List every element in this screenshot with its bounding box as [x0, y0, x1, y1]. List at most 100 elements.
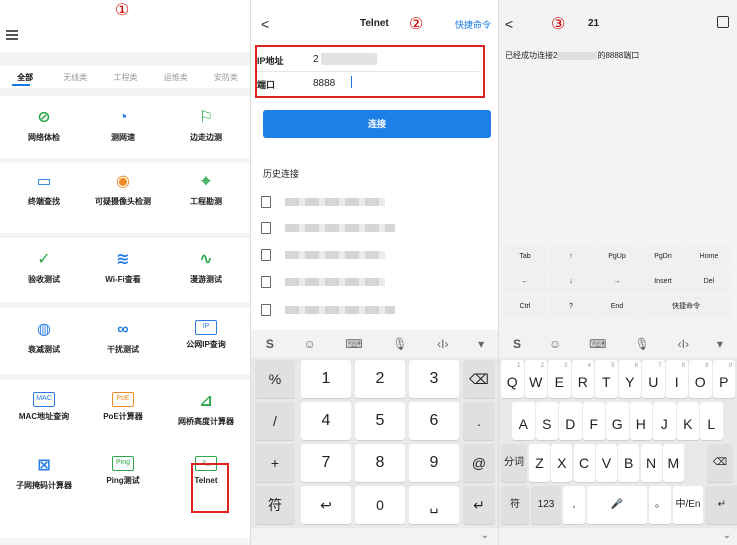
key-e[interactable]: E3: [548, 360, 571, 398]
cursor-move-icon[interactable]: ‹I›: [678, 337, 689, 351]
function-key[interactable]: End: [595, 296, 639, 318]
tool-bridge-height[interactable]: ⊿ 网桥高度计算器: [174, 392, 238, 427]
key-side-3[interactable]: 符: [255, 486, 295, 524]
function-key[interactable]: Ctrl: [503, 296, 547, 318]
tool-camera[interactable]: ◉ 可疑摄像头检测: [91, 172, 155, 207]
key-d[interactable]: D: [559, 402, 582, 440]
key-u[interactable]: U7: [642, 360, 665, 398]
key-l[interactable]: L: [700, 402, 723, 440]
key-4[interactable]: 4: [301, 402, 351, 440]
hide-keyboard-icon[interactable]: ⌄: [723, 530, 731, 541]
tool-interference[interactable]: ∞ 干扰测试: [91, 320, 155, 355]
key-p[interactable]: P0: [712, 360, 735, 398]
function-key[interactable]: Tab: [503, 246, 547, 268]
tool-attenuation[interactable]: ◍ 衰减测试: [12, 320, 76, 355]
ip-input[interactable]: 2: [313, 54, 319, 65]
key-1[interactable]: 1: [301, 360, 351, 398]
microphone-icon[interactable]: 🎙: [392, 337, 407, 351]
key-row4-0[interactable]: 符: [501, 486, 529, 524]
tool-wifi[interactable]: ≋ Wi-Fi查看: [91, 250, 155, 285]
function-key[interactable]: PgUp: [595, 246, 639, 268]
key-9[interactable]: 9: [409, 444, 459, 482]
key-i[interactable]: I8: [665, 360, 688, 398]
key-bottom-1[interactable]: 0: [355, 486, 405, 524]
function-key[interactable]: →: [595, 271, 639, 293]
key-right-0[interactable]: ⌫: [463, 360, 495, 398]
key-r[interactable]: R4: [571, 360, 594, 398]
key-g[interactable]: G: [606, 402, 629, 440]
tool-ping[interactable]: Ping Ping测试: [91, 456, 155, 486]
microphone-icon[interactable]: 🎙: [634, 337, 649, 351]
key-row4-5[interactable]: 中/En: [673, 486, 703, 524]
key-row3-4[interactable]: V: [595, 444, 617, 482]
keyboard-icon[interactable]: ⌨: [589, 337, 606, 351]
quick-command-link[interactable]: 快捷命令: [455, 18, 491, 31]
key-row3-2[interactable]: X: [551, 444, 573, 482]
function-key[interactable]: Home: [687, 246, 731, 268]
key-o[interactable]: O9: [689, 360, 712, 398]
tool-check-circle[interactable]: ✓ 验收测试: [12, 250, 76, 285]
key-row3-5[interactable]: B: [618, 444, 640, 482]
back-button[interactable]: <: [261, 16, 269, 32]
key-right-1[interactable]: .: [463, 402, 495, 440]
key-row4-2[interactable]: ,: [563, 486, 585, 524]
function-key[interactable]: ↑: [549, 246, 593, 268]
key-row4-1[interactable]: 123: [531, 486, 561, 524]
history-item[interactable]: [261, 194, 441, 212]
tool-terminal-search[interactable]: ▭ 终端查找: [12, 172, 76, 207]
hide-keyboard-icon[interactable]: ⌄: [481, 530, 489, 541]
key-row3-1[interactable]: Z: [529, 444, 550, 482]
history-item[interactable]: [261, 302, 441, 320]
key-row3-7[interactable]: M: [662, 444, 684, 482]
tool-subnet[interactable]: ⊠ 子网掩码计算器: [12, 456, 76, 491]
key-row4-6[interactable]: ↵: [705, 486, 737, 524]
menu-icon[interactable]: [6, 30, 18, 40]
tool-walking-person[interactable]: ⚐ 边走边测: [174, 108, 238, 143]
key-s[interactable]: S: [535, 402, 558, 440]
key-h[interactable]: H: [629, 402, 652, 440]
function-key[interactable]: ←: [503, 271, 547, 293]
key-f[interactable]: F: [582, 402, 605, 440]
tool-location-survey[interactable]: ⌖ 工程勘测: [174, 172, 238, 207]
key-w[interactable]: W2: [524, 360, 547, 398]
key-row3-6[interactable]: N: [640, 444, 662, 482]
cursor-move-icon[interactable]: ‹I›: [437, 337, 448, 351]
key-side-2[interactable]: +: [255, 444, 295, 482]
key-right-3[interactable]: ↵: [463, 486, 495, 524]
tool-roaming[interactable]: ∿ 漫游测试: [174, 250, 238, 285]
collapse-keyboard-icon[interactable]: ▾: [717, 337, 723, 351]
key-q[interactable]: Q1: [501, 360, 524, 398]
key-side-1[interactable]: /: [255, 402, 295, 440]
key-a[interactable]: A: [512, 402, 535, 440]
key-y[interactable]: Y6: [618, 360, 641, 398]
port-input[interactable]: 8888: [313, 78, 335, 89]
key-row3-3[interactable]: C: [573, 444, 595, 482]
tab-engineering[interactable]: 工程类: [100, 72, 150, 83]
history-item[interactable]: [261, 274, 441, 292]
key-5[interactable]: 5: [355, 402, 405, 440]
swiftkey-logo-icon[interactable]: S: [513, 337, 521, 351]
swiftkey-logo-icon[interactable]: S: [266, 337, 274, 351]
key-row4-3[interactable]: 🎤: [587, 486, 647, 524]
key-3[interactable]: 3: [409, 360, 459, 398]
key-7[interactable]: 7: [301, 444, 351, 482]
function-key[interactable]: PgDn: [641, 246, 685, 268]
key-right-2[interactable]: @: [463, 444, 495, 482]
tool-poe[interactable]: PoE PoE计算器: [91, 392, 155, 422]
key-2[interactable]: 2: [355, 360, 405, 398]
key-row3-0[interactable]: 分词: [501, 444, 527, 482]
emoji-icon[interactable]: ☺: [303, 337, 315, 351]
function-key[interactable]: ?: [549, 296, 593, 318]
connect-button[interactable]: 连接: [263, 110, 491, 138]
tab-wireless[interactable]: 无线类: [50, 72, 100, 83]
tab-security[interactable]: 安防类: [201, 72, 250, 83]
collapse-keyboard-icon[interactable]: ▾: [478, 337, 484, 351]
key-row3-8[interactable]: ⌫: [707, 444, 733, 482]
key-side-0[interactable]: %: [255, 360, 295, 398]
history-item[interactable]: [261, 247, 441, 265]
function-key[interactable]: Del: [687, 271, 731, 293]
key-6[interactable]: 6: [409, 402, 459, 440]
tab-all[interactable]: 全部: [0, 72, 50, 83]
key-k[interactable]: K: [676, 402, 699, 440]
share-icon[interactable]: [717, 16, 729, 28]
